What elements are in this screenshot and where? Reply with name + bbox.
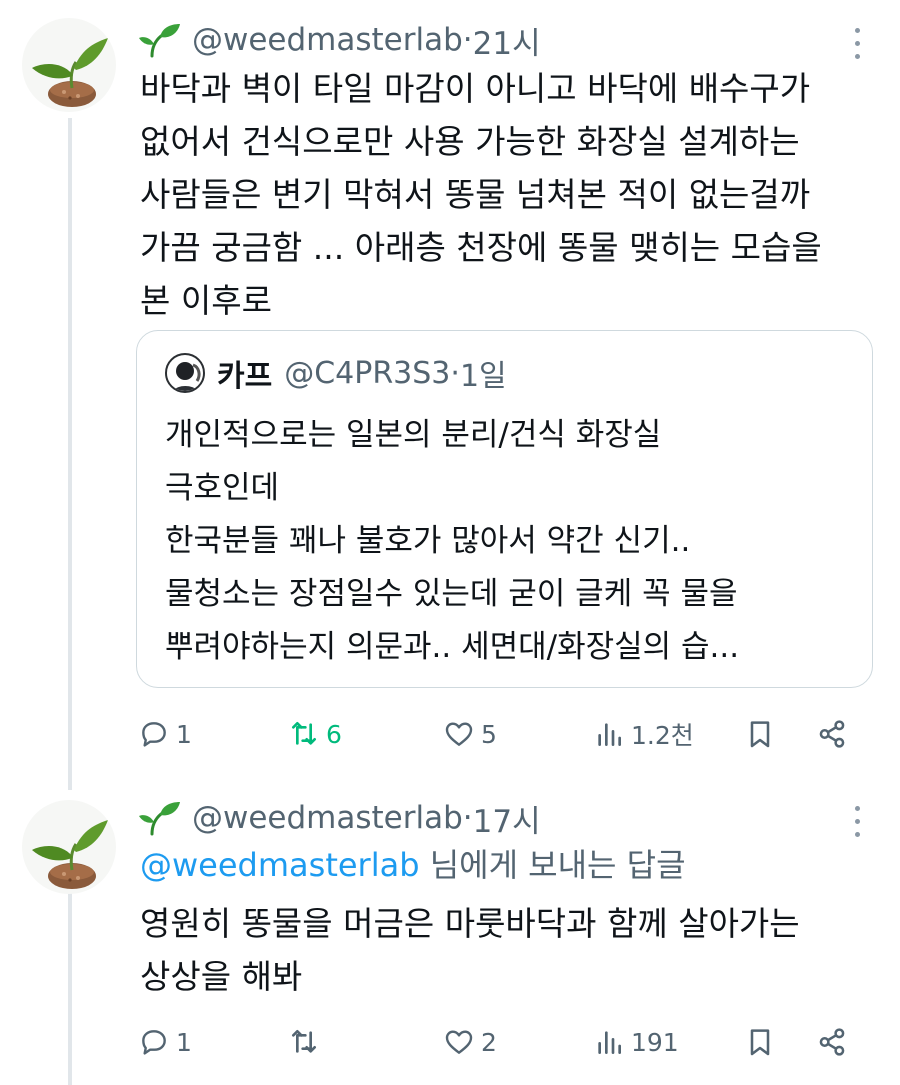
tweet-header: @weedmasterlab · 17시: [138, 796, 541, 840]
separator: ·: [450, 355, 460, 391]
quoted-tweet[interactable]: 카프 @C4PR3S3 · 1일 개인적으로는 일본의 분리/건식 화장실 극호…: [136, 330, 873, 688]
quote-header: 카프 @C4PR3S3 · 1일: [165, 351, 507, 395]
like-count: 2: [481, 1027, 497, 1057]
like-button[interactable]: 5: [443, 714, 497, 754]
tweet-handle[interactable]: @weedmasterlab: [192, 800, 463, 836]
tweet-handle[interactable]: @weedmasterlab: [192, 22, 463, 58]
retweet-count: 6: [326, 719, 342, 749]
share-icon: [819, 720, 845, 748]
replying-to: @weedmasterlab 님에게 보내는 답글: [140, 839, 880, 892]
quote-line: 개인적으로는 일본의 분리/건식 화장실: [165, 417, 662, 453]
views-bar-icon: [598, 1031, 621, 1054]
tweet-header: @weedmasterlab · 21시: [138, 18, 541, 62]
quote-line: 한국분들 꽤나 불호가 많아서 약간 신기..: [165, 523, 691, 559]
reply-count: 1: [176, 719, 192, 749]
quote-line: 극호인데: [165, 470, 280, 506]
more-dots-icon[interactable]: [852, 806, 862, 840]
tweet-time[interactable]: 17시: [473, 796, 541, 841]
views-bar-icon: [598, 723, 621, 746]
like-button[interactable]: 2: [443, 1022, 497, 1062]
tweet-line: 영원히 똥물을 머금은 마룻바닥과 함께 살아가는: [140, 904, 800, 943]
share-button[interactable]: [816, 1022, 848, 1062]
avatar[interactable]: [22, 800, 116, 894]
retweet-icon: [292, 1030, 316, 1053]
quote-avatar[interactable]: [165, 353, 205, 393]
tweet-line: 바닥과 벽이 타일 마감이 아니고 바닥에 배수구가: [140, 69, 811, 108]
tweet-time[interactable]: 21시: [473, 18, 541, 63]
thread-line: [68, 892, 72, 1085]
retweet-button[interactable]: 6: [288, 714, 342, 754]
retweet-icon: [292, 722, 316, 745]
quote-line: 물청소는 장점일수 있는데 굳이 글케 꼭 물을: [165, 576, 738, 612]
bookmark-icon: [750, 1029, 770, 1056]
heart-icon: [445, 1030, 473, 1054]
avatar[interactable]: [22, 18, 116, 112]
tweet-line: 상상을 해봐: [140, 957, 303, 996]
more-dots-icon[interactable]: [852, 28, 862, 62]
quote-line: 뿌려야하는지 의문과.. 세면대/화장실의 습...: [165, 629, 740, 665]
like-count: 5: [481, 719, 497, 749]
thread-line: [68, 118, 72, 790]
reply-button[interactable]: 1: [138, 714, 192, 754]
reply-icon: [142, 722, 166, 747]
views-count: 1.2천: [631, 721, 694, 750]
heart-icon: [445, 722, 473, 746]
views-button[interactable]: 191: [593, 1022, 679, 1062]
reply-suffix: 님에게 보내는 답글: [419, 846, 686, 884]
tweet-line: 사람들은 변기 막혀서 똥물 넘쳐본 적이 없는걸까: [140, 175, 811, 214]
reply-count: 1: [176, 1027, 192, 1057]
share-icon: [819, 1028, 845, 1056]
reply-button[interactable]: 1: [138, 1022, 192, 1062]
views-button[interactable]: 1.2천: [593, 714, 694, 754]
reply-to-mention[interactable]: @weedmasterlab: [140, 846, 420, 884]
tweet-line: 없어서 건식으로만 사용 가능한 화장실 설계하는: [140, 122, 800, 161]
quote-body: 개인적으로는 일본의 분리/건식 화장실 극호인데 한국분들 꽤나 불호가 많아…: [165, 409, 739, 674]
views-count: 191: [631, 1027, 679, 1057]
tweet-line: 가끔 궁금함 ... 아래층 천장에 똥물 맺히는 모습을: [140, 228, 822, 267]
tweet-actions: 1 6 5 1.2천: [138, 714, 858, 754]
separator: ·: [462, 800, 473, 836]
tweet-body: 바닥과 벽이 타일 마감이 아니고 바닥에 배수구가 없어서 건식으로만 사용 …: [140, 62, 880, 327]
bookmark-button[interactable]: [744, 714, 776, 754]
tweet-line: 본 이후로: [140, 281, 272, 320]
bookmark-button[interactable]: [744, 1022, 776, 1062]
share-button[interactable]: [816, 714, 848, 754]
sprout-icon: [139, 24, 180, 58]
separator: ·: [462, 22, 473, 58]
quote-handle[interactable]: @C4PR3S3: [284, 356, 450, 391]
tweet-actions: 1 2 191: [138, 1022, 858, 1062]
bookmark-icon: [750, 721, 770, 748]
quote-time[interactable]: 1일: [460, 351, 507, 395]
quote-name[interactable]: 카프: [217, 351, 272, 395]
retweet-button[interactable]: [288, 1022, 320, 1062]
reply-icon: [142, 1030, 166, 1055]
tweet-body: 영원히 똥물을 머금은 마룻바닥과 함께 살아가는 상상을 해봐: [140, 897, 880, 1003]
sprout-icon: [139, 802, 180, 836]
